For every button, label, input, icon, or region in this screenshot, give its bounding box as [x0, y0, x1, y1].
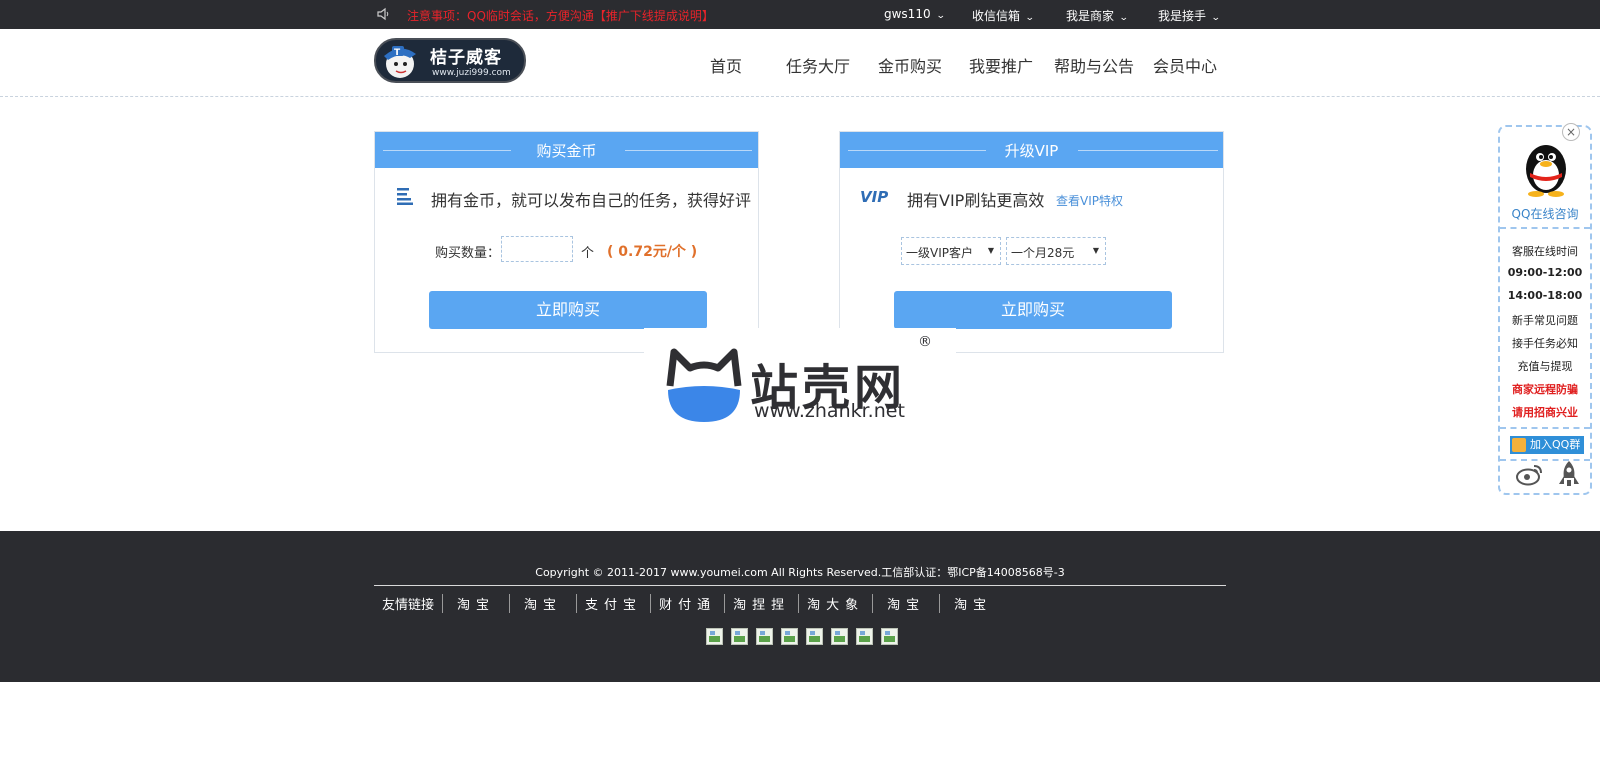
friend-links: 友情链接 淘宝 淘宝 支付宝 财付通 淘捏捏 淘大象 淘宝 淘宝 [374, 594, 1006, 614]
dropdown-arrow-icon: ▼ [987, 246, 994, 255]
buy-vip-button[interactable]: 立即购买 [894, 291, 1172, 329]
weibo-icon[interactable] [1516, 462, 1544, 486]
vip-duration-select[interactable]: 一个月28元 ▼ [1006, 237, 1106, 265]
panel-title: 购买金币 [536, 142, 597, 160]
coin-stack-icon [397, 188, 413, 205]
anti-fraud-link[interactable]: 商家远程防骗 [1500, 381, 1590, 397]
back-to-top-rocket-icon[interactable] [1558, 460, 1580, 488]
panel-header: 升级VIP [840, 132, 1223, 168]
unit-price: ( 0.72元/个 ) [607, 244, 698, 260]
buy-coins-button[interactable]: 立即购买 [429, 291, 707, 329]
inbox-menu[interactable]: 收信信箱 ⌄ [972, 7, 1035, 24]
svg-text:T: T [394, 48, 401, 58]
side-service-panel: × QQ在线咨询 客服在线时间 09:00-12:00 14:00-18:00 … [1498, 123, 1592, 495]
registered-mark: ® [918, 334, 932, 350]
quantity-label: 购买数量： [435, 246, 501, 261]
vip-level-select[interactable]: 一级VIP客户 ▼ [901, 237, 1001, 265]
broken-image-icon[interactable] [806, 628, 823, 645]
friend-link[interactable]: 淘宝 [510, 594, 578, 613]
user-menu[interactable]: gws110 ⌄ [884, 7, 946, 21]
faq-link[interactable]: 新手常见问题 [1500, 312, 1590, 328]
speaker-icon [377, 7, 389, 21]
vip-badge-icon: VIP [860, 188, 889, 206]
friend-link[interactable]: 淘捏捏 [725, 594, 800, 613]
nav-task-hall[interactable]: 任务大厅 [786, 53, 850, 77]
broken-image-icon[interactable] [856, 628, 873, 645]
chevron-down-icon: ⌄ [1118, 13, 1129, 23]
header: T 桔子威客 www.juzi999.com 首页 任务大厅 金币购买 我要推广… [0, 29, 1600, 97]
broken-image-icon[interactable] [881, 628, 898, 645]
chevron-down-icon: ⌄ [1024, 13, 1035, 23]
broken-image-icon[interactable] [831, 628, 848, 645]
buy-coins-description: 拥有金币，就可以发布自己的任务，获得好评 [431, 191, 752, 210]
quantity-unit: 个 [581, 246, 595, 261]
service-hours-afternoon: 14:00-18:00 [1507, 289, 1583, 302]
qq-consult-link[interactable]: QQ在线咨询 [1500, 205, 1590, 222]
panel-header: 购买金币 [375, 132, 758, 168]
buy-coins-panel: 购买金币 拥有金币，就可以发布自己的任务，获得好评 购买数量： 个 ( 0.72… [374, 131, 759, 353]
mascot-icon: T [384, 46, 416, 78]
merchant-menu[interactable]: 我是商家 ⌄ [1066, 7, 1129, 24]
broken-image-icon[interactable] [731, 628, 748, 645]
logo-title: 桔子威客 [430, 48, 502, 68]
friend-links-label: 友情链接 [374, 594, 444, 613]
nav-buy-coins[interactable]: 金币购买 [878, 53, 942, 77]
nav-member-center[interactable]: 会员中心 [1153, 53, 1217, 77]
receiver-menu[interactable]: 我是接手 ⌄ [1158, 7, 1221, 24]
friend-link[interactable]: 淘宝 [443, 594, 511, 613]
join-qq-group-button[interactable]: 加入QQ群 [1510, 436, 1584, 454]
logo-url: www.juzi999.com [432, 68, 511, 78]
service-hours-label: 客服在线时间 [1512, 245, 1578, 258]
dropdown-arrow-icon: ▼ [1092, 246, 1099, 255]
nav-promote[interactable]: 我要推广 [969, 53, 1033, 77]
footer-divider [374, 585, 1226, 586]
qq-avatar-icon [1512, 438, 1526, 452]
quantity-input[interactable] [501, 236, 573, 262]
chevron-down-icon: ⌄ [1210, 13, 1221, 23]
receiver-guide-link[interactable]: 接手任务必知 [1500, 335, 1590, 351]
copyright: Copyright © 2011-2017 www.youmei.com All… [535, 566, 1065, 579]
cat-logo-icon [666, 348, 742, 422]
broken-image-icon[interactable] [756, 628, 773, 645]
vip-panel: 升级VIP VIP 拥有VIP刷钻更高效 查看VIP特权 一级VIP客户 ▼ 一个… [839, 131, 1224, 353]
notice-text[interactable]: 注意事项：QQ临时会话，方便沟通【推广下线提成说明】 [407, 7, 714, 24]
friend-link[interactable]: 财付通 [651, 594, 726, 613]
friend-link[interactable]: 淘宝 [873, 594, 941, 613]
footer: Copyright © 2011-2017 www.youmei.com All… [0, 531, 1600, 682]
nav-help[interactable]: 帮助与公告 [1054, 53, 1134, 77]
service-hours-morning: 09:00-12:00 [1507, 266, 1583, 279]
nav-home[interactable]: 首页 [710, 53, 742, 77]
vip-description: 拥有VIP刷钻更高效 [907, 191, 1045, 210]
friend-link[interactable]: 支付宝 [577, 594, 652, 613]
site-logo[interactable]: T 桔子威客 www.juzi999.com [374, 38, 526, 83]
footer-badges [706, 628, 906, 649]
broken-image-icon[interactable] [781, 628, 798, 645]
bank-notice-link[interactable]: 请用招商兴业 [1500, 404, 1590, 420]
friend-link[interactable]: 淘大象 [799, 594, 874, 613]
recharge-withdraw-link[interactable]: 充值与提现 [1500, 358, 1590, 374]
broken-image-icon[interactable] [706, 628, 723, 645]
watermark-url: www.zhankr.net [754, 400, 905, 422]
top-bar: 注意事项：QQ临时会话，方便沟通【推广下线提成说明】 gws110 ⌄ 收信信箱 ⌄… [0, 0, 1600, 29]
view-vip-privileges-link[interactable]: 查看VIP特权 [1056, 192, 1123, 209]
panel-title: 升级VIP [1004, 142, 1059, 160]
chevron-down-icon: ⌄ [935, 11, 946, 21]
friend-link[interactable]: 淘宝 [940, 594, 1006, 613]
qq-penguin-icon[interactable] [1520, 139, 1572, 197]
watermark: 站壳网 ® www.zhankr.net [644, 328, 956, 432]
